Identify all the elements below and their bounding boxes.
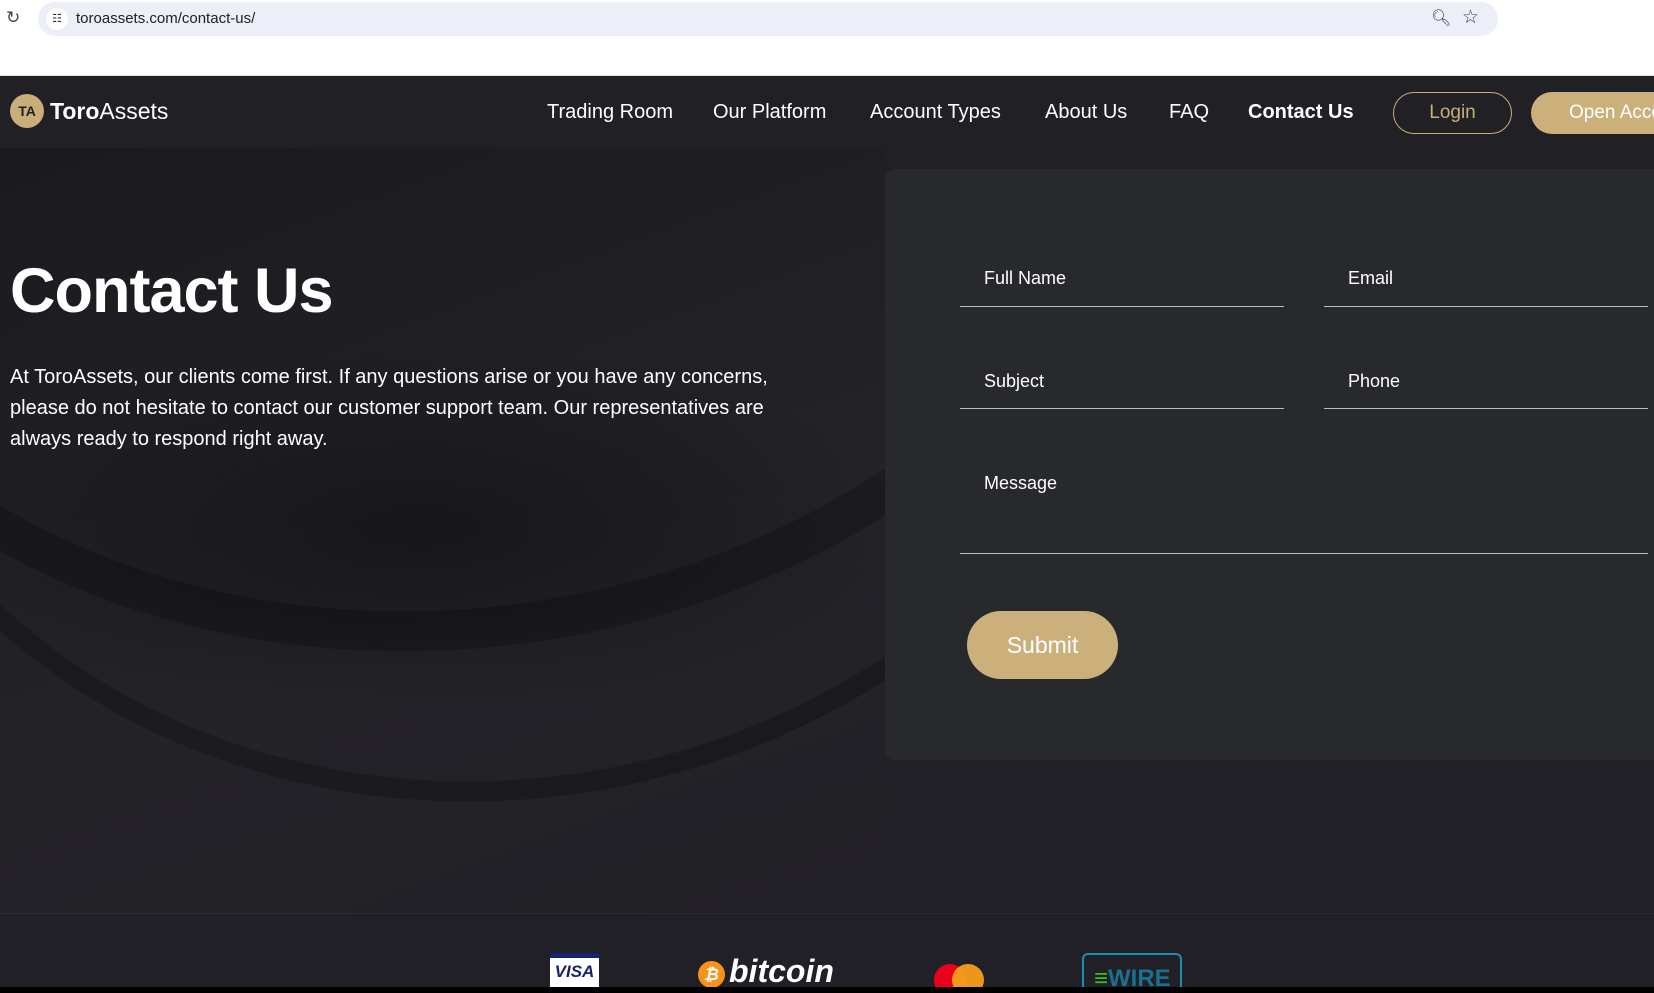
open-account-button[interactable]: Open Account [1531, 92, 1654, 134]
nav-our-platform[interactable]: Our Platform [713, 101, 826, 124]
full-name-input[interactable]: Full Name [960, 268, 1284, 307]
wire-lines-icon: ≡ [1094, 965, 1109, 987]
footer-divider [0, 913, 1654, 914]
intro-text: At ToroAssets, our clients come first. I… [10, 366, 768, 450]
nav-account-types[interactable]: Account Types [870, 101, 1001, 124]
address-bar[interactable]: ☷ toroassets.com/contact-us/ 🔍︎ ☆ [38, 2, 1498, 36]
nav-trading-room[interactable]: Trading Room [547, 101, 673, 124]
brand-bold: Toro [50, 97, 100, 124]
wire-transfer-logo: ≡WIRE [1082, 953, 1182, 987]
url-text[interactable]: toroassets.com/contact-us/ [76, 10, 255, 27]
reload-icon[interactable]: ↻ [6, 8, 20, 28]
bitcoin-logo: ₿ bitcoin [698, 953, 838, 987]
bitcoin-icon: ₿ [698, 961, 725, 987]
phone-input[interactable]: Phone [1324, 371, 1648, 409]
zoom-icon[interactable]: 🔍︎ [1431, 8, 1451, 28]
bitcoin-text: bitcoin [729, 953, 834, 987]
message-textarea[interactable]: Message [960, 473, 1648, 554]
subject-input[interactable]: Subject [960, 371, 1284, 409]
bottom-bar [0, 987, 1654, 993]
brand-logo[interactable]: TA ToroAssets [10, 94, 168, 128]
site-settings-icon[interactable]: ☷ [46, 8, 68, 30]
site-header: TA ToroAssets Trading Room Our Platform … [0, 77, 1654, 148]
login-button[interactable]: Login [1393, 92, 1512, 134]
bookmark-star-icon[interactable]: ☆ [1462, 6, 1479, 29]
visa-logo: VISA [550, 953, 599, 987]
wire-text: WIRE [1108, 965, 1171, 987]
logo-mark-icon: TA [10, 94, 44, 128]
browser-chrome: ↻ ☷ toroassets.com/contact-us/ 🔍︎ ☆ [0, 0, 1654, 76]
email-input[interactable]: Email [1324, 268, 1648, 307]
nav-about-us[interactable]: About Us [1045, 101, 1127, 124]
mastercard-logo [934, 953, 984, 987]
page-title: Contact Us [10, 256, 334, 326]
submit-button[interactable]: Submit [967, 611, 1118, 679]
brand-light: Assets [99, 97, 169, 124]
nav-faq[interactable]: FAQ [1169, 101, 1209, 124]
nav-contact-us[interactable]: Contact Us [1248, 101, 1354, 124]
